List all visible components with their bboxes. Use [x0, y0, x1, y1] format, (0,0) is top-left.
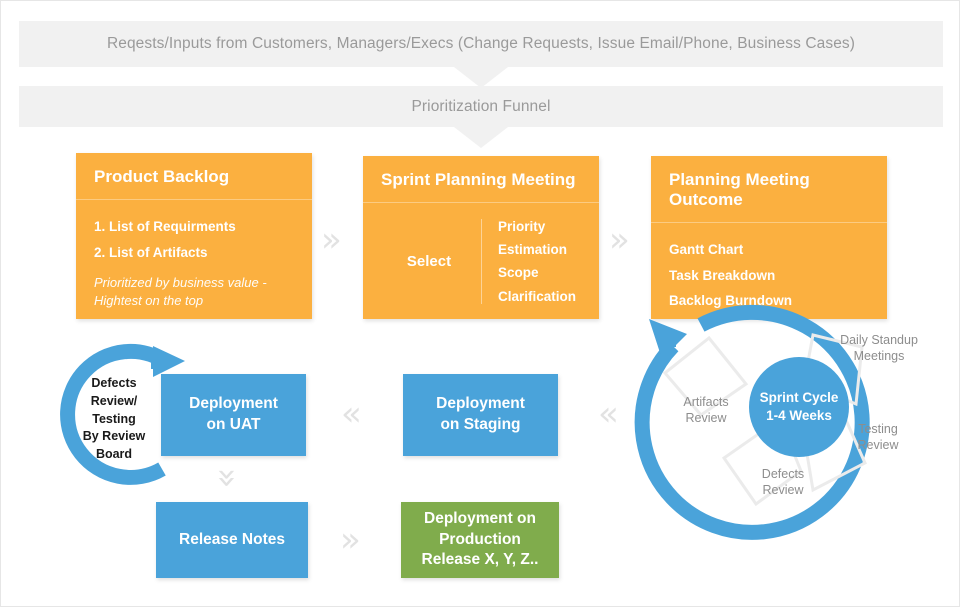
chevron-left-icon: «	[598, 397, 619, 431]
chevron-down-icon: »	[207, 467, 248, 489]
list-item: Estimation	[498, 242, 568, 258]
box-deployment-on-production-line-1: Deployment on	[424, 509, 536, 527]
card-product-backlog-body: 1. List of Requirments 2. List of Artifa…	[76, 200, 312, 319]
card-planning-meeting-outcome-body: Gantt Chart Task Breakdown Backlog Burnd…	[651, 223, 887, 324]
list-item: 1. List of Requirments	[94, 219, 236, 234]
cycle-label-line-2: Review	[685, 411, 727, 426]
chevron-glyph: »	[340, 520, 361, 560]
card-sprint-planning-meeting-body: Select Priority Estimation Scope Clarifi…	[363, 203, 599, 318]
list-item: Task Breakdown	[669, 267, 776, 283]
list-item: Backlog Burndown	[669, 293, 793, 309]
cycle-label-line-1: Artifacts	[683, 395, 729, 409]
left-review-loop-line-1: Defects	[91, 376, 137, 390]
vertical-divider	[481, 219, 482, 304]
banner-prioritization-funnel: Prioritization Funnel	[19, 86, 943, 148]
box-deployment-on-uat-line-1: Deployment	[189, 395, 278, 413]
cycle-label-line-1: Daily Standup	[840, 333, 918, 347]
cycle-label-testing-review: Testing Review	[823, 421, 933, 454]
cycle-label-line-2: Review	[857, 438, 899, 453]
card-sprint-planning-meeting-title: Sprint Planning Meeting	[363, 156, 599, 203]
left-review-loop-line-5: Board	[95, 447, 133, 461]
cycle-label-line-1: Testing	[858, 422, 898, 436]
select-options: Priority Estimation Scope Clarification	[498, 215, 576, 308]
left-review-loop-label: Defects Review/ Testing By Review Board	[71, 375, 157, 464]
list-item: Gantt Chart	[669, 242, 744, 257]
chevron-left-icon: «	[341, 397, 362, 431]
list-item: Scope	[498, 265, 539, 281]
chevron-right-icon: »	[321, 223, 342, 257]
cycle-label-line-2: Meetings	[853, 349, 905, 364]
chevron-glyph: «	[341, 394, 362, 434]
cycle-label-line-1: Defects	[761, 467, 805, 481]
banner-prioritization-funnel-notch	[454, 127, 508, 148]
left-review-loop-line-3: Testing	[92, 411, 136, 426]
list-item: Clarification	[498, 288, 577, 304]
list-item: 2. List of Artifacts	[94, 244, 208, 260]
chevron-right-icon: »	[340, 523, 361, 557]
cycle-label-line-2: Review	[762, 483, 804, 498]
box-deployment-on-production: Deployment on Production Release X, Y, Z…	[401, 502, 559, 578]
card-product-backlog-title: Product Backlog	[76, 153, 312, 200]
chevron-glyph: «	[598, 394, 619, 434]
box-deployment-on-staging-line-2: on Staging	[440, 416, 521, 433]
card-planning-meeting-outcome-title: Planning Meeting Outcome	[651, 156, 887, 223]
card-sprint-planning-meeting: Sprint Planning Meeting Select Priority …	[363, 156, 599, 319]
box-release-notes-label: Release Notes	[179, 530, 285, 548]
card-planning-meeting-outcome: Planning Meeting Outcome Gantt Chart Tas…	[651, 156, 887, 319]
chevron-right-icon: »	[609, 223, 630, 257]
banner-inputs-notch	[454, 67, 508, 88]
banner-prioritization-funnel-label: Prioritization Funnel	[411, 97, 551, 115]
chevron-glyph: »	[609, 220, 630, 260]
sprint-cycle-center-line-1: Sprint Cycle	[759, 389, 839, 405]
box-deployment-on-production-line-3: Release X, Y, Z..	[421, 551, 539, 569]
chevron-glyph: »	[321, 220, 342, 260]
card-product-backlog-note: Prioritized by business value - Hightest…	[94, 275, 267, 308]
diagram-canvas: Reqests/Inputs from Customers, Managers/…	[0, 0, 960, 607]
left-review-loop-line-2: Review/	[90, 393, 138, 408]
list-item: Priority	[498, 219, 546, 234]
box-deployment-on-staging: Deployment on Staging	[403, 374, 558, 456]
box-deployment-on-staging-line-1: Deployment	[436, 395, 525, 413]
cycle-label-daily-standup-meetings: Daily Standup Meetings	[824, 332, 934, 365]
banner-inputs: Reqests/Inputs from Customers, Managers/…	[19, 21, 943, 88]
cycle-label-artifacts-review: Artifacts Review	[651, 394, 761, 427]
box-deployment-on-uat-line-2: on UAT	[206, 416, 261, 433]
select-label: Select	[406, 252, 452, 270]
chevron-glyph: »	[207, 467, 248, 489]
left-review-loop-line-4: By Review	[82, 429, 146, 444]
box-deployment-on-production-line-2: Production	[439, 530, 521, 548]
card-product-backlog: Product Backlog 1. List of Requirments 2…	[76, 153, 312, 319]
box-release-notes: Release Notes	[156, 502, 308, 578]
box-deployment-on-uat: Deployment on UAT	[161, 374, 306, 456]
cycle-label-defects-review: Defects Review	[728, 466, 838, 499]
banner-inputs-label: Reqests/Inputs from Customers, Managers/…	[106, 35, 856, 52]
